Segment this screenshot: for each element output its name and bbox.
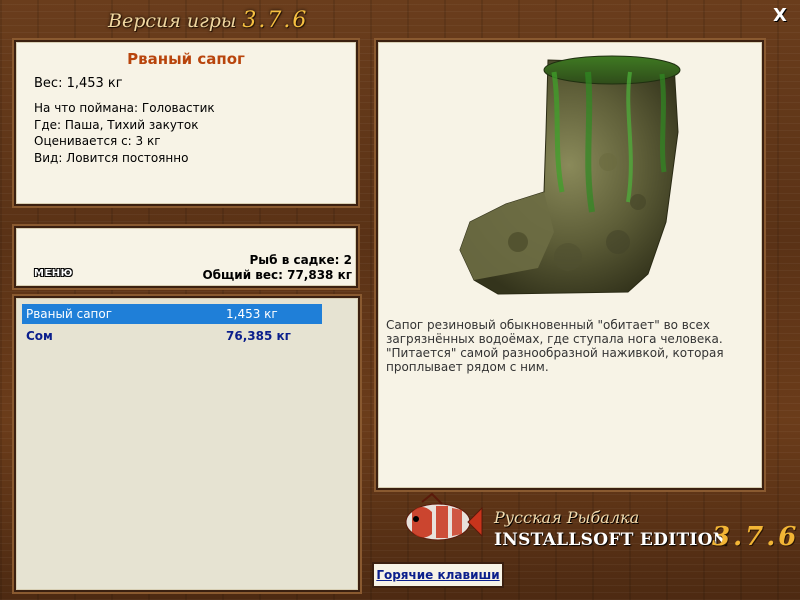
keepnet-list: Рваный сапог 1,453 кг Сом 76,385 кг	[14, 296, 360, 592]
total-weight-text: Общий вес: 77,838 кг	[202, 268, 352, 282]
keepnet-summary: Рыб в садке: 2 Общий вес: 77,838 кг	[202, 253, 352, 283]
window-title: Версия игры 3.7.6	[108, 8, 308, 33]
catch-info-panel: Рваный сапог Вес: 1,453 кг На что пойман…	[14, 40, 358, 206]
kind-text: Вид: Ловится постоянно	[34, 150, 189, 165]
fish-count-text: Рыб в садке: 2	[249, 253, 353, 267]
list-item-weight: 76,385 кг	[226, 329, 291, 343]
caught-on-text: На что поймана: Головастик	[34, 101, 215, 115]
boot-image	[459, 55, 681, 295]
catch-details: На что поймана: Головастик Где: Паша, Ти…	[34, 100, 356, 166]
catch-weight: Вес: 1,453 кг	[34, 76, 123, 91]
title-version: 3.7.6	[242, 8, 309, 33]
list-item[interactable]: Рваный сапог 1,453 кг	[22, 304, 322, 324]
keepnet-summary-panel: МЕНЮ Рыб в садке: 2 Общий вес: 77,838 кг	[14, 226, 358, 288]
title-text: Версия игры	[108, 10, 237, 32]
fish-logo-icon	[405, 492, 483, 541]
list-item-name: Сом	[26, 329, 53, 343]
catch-name: Рваный сапог	[127, 50, 245, 68]
close-icon[interactable]: X	[770, 6, 790, 26]
list-item-name: Рваный сапог	[26, 307, 113, 321]
list-item[interactable]: Сом 76,385 кг	[22, 326, 322, 346]
item-description: Сапог резиновый обыкновенный "обитает" в…	[386, 318, 724, 374]
item-detail-panel: Сапог резиновый обыкновенный "обитает" в…	[376, 40, 764, 490]
game-window: Версия игры 3.7.6 X Рваный сапог Вес: 1,4…	[0, 0, 800, 600]
list-item-weight: 1,453 кг	[226, 307, 278, 321]
brand-title: Русская Рыбалка	[494, 508, 640, 527]
brand-edition: INSTALLSOFT EDITION	[494, 530, 729, 550]
where-text: Где: Паша, Тихий закуток	[34, 117, 199, 132]
hotkeys-button[interactable]: Горячие клавиши	[372, 562, 504, 588]
valued-from-text: Оценивается с: 3 кг	[34, 134, 161, 148]
brand-version: 3.7.6	[712, 522, 800, 552]
menu-button[interactable]: МЕНЮ	[34, 268, 73, 279]
